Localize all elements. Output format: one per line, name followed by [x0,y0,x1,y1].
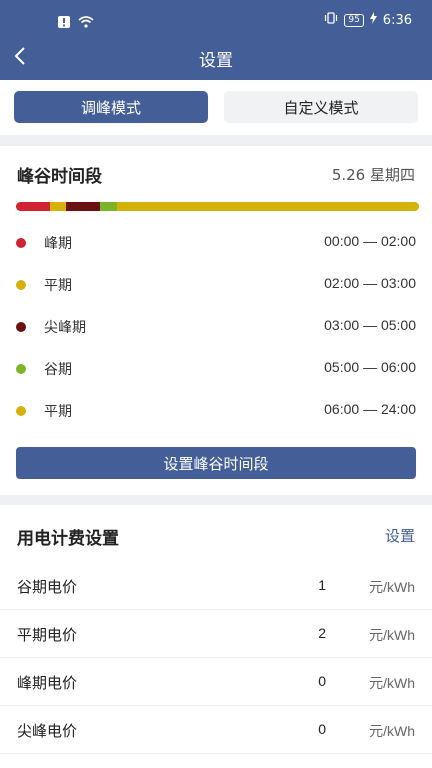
time-bar-segment [49,202,67,211]
time-bar-segment [66,202,100,211]
period-row: 平期 06:00 — 24:00 [0,401,432,421]
price-value: 2 [318,625,326,641]
price-unit: 元/kWh [369,627,415,643]
billing-settings-link[interactable]: 设置 [385,525,415,546]
date-label: 5.26 星期四 [331,166,415,184]
price-row[interactable]: 平期电价 2 元/kWh [0,610,432,658]
period-time: 05:00 — 06:00 [324,359,416,375]
period-time: 06:00 — 24:00 [324,401,416,417]
price-row[interactable]: 谷期电价 1 元/kWh [0,562,432,610]
period-name: 平期 [44,404,72,420]
price-row[interactable]: 尖峰电价 0 元/kWh [0,706,432,754]
peak-shaving-mode-tab[interactable]: 调峰模式 [14,91,208,123]
period-dot [16,322,26,332]
billing-title: 用电计费设置 [17,529,119,549]
period-row: 平期 02:00 — 03:00 [0,275,432,295]
period-time: 00:00 — 02:00 [324,233,416,249]
period-name: 平期 [44,278,72,294]
price-value: 0 [318,673,326,689]
time-bar-segment [99,202,117,211]
period-dot [16,238,26,248]
period-dot [16,364,26,374]
clock: 6:36 [382,12,412,28]
price-unit: 元/kWh [369,675,415,691]
period-dot [16,406,26,416]
set-peak-valley-button[interactable]: 设置峰谷时间段 [16,447,416,479]
price-label: 峰期电价 [17,674,78,692]
period-dot [16,280,26,290]
price-row[interactable]: 峰期电价 0 元/kWh [0,658,432,706]
wifi-icon [78,13,94,32]
price-value: 1 [318,577,326,593]
price-label: 谷期电价 [17,578,78,596]
price-value: 0 [318,721,326,737]
time-period-bar [16,202,419,211]
price-unit: 元/kWh [369,723,415,739]
status-bar: 95 6:36 [0,0,432,40]
page-title: 设置 [199,51,233,71]
time-bar-segment [116,202,419,211]
price-label: 尖峰电价 [17,722,78,740]
notification-icon [58,13,70,32]
period-row: 尖峰期 03:00 — 05:00 [0,317,432,337]
period-name: 尖峰期 [44,320,86,336]
period-time: 03:00 — 05:00 [324,317,416,333]
price-label: 平期电价 [17,626,78,644]
period-row: 峰期 00:00 — 02:00 [0,233,432,253]
peak-valley-title: 峰谷时间段 [17,167,102,187]
charging-icon [369,12,377,28]
custom-mode-tab[interactable]: 自定义模式 [224,91,418,123]
period-row: 谷期 05:00 — 06:00 [0,359,432,379]
billing-card: 用电计费设置 设置 谷期电价 1 元/kWh 平期电价 2 元/kWh 峰期电价 0 元/kWh… [0,505,432,768]
price-unit: 元/kWh [369,579,415,595]
battery-level: 95 [344,13,364,27]
mode-switch: 调峰模式 自定义模式 [0,80,432,135]
period-name: 谷期 [44,362,72,378]
vibrate-icon [324,12,338,28]
peak-valley-card: 峰谷时间段 5.26 星期四 峰期 00:00 — 02:00 平期 02:00 — … [0,146,432,495]
period-name: 峰期 [44,236,72,252]
top-bar: 95 6:36 设置 [0,0,432,80]
time-bar-segment [16,202,50,211]
period-time: 02:00 — 03:00 [324,275,416,291]
